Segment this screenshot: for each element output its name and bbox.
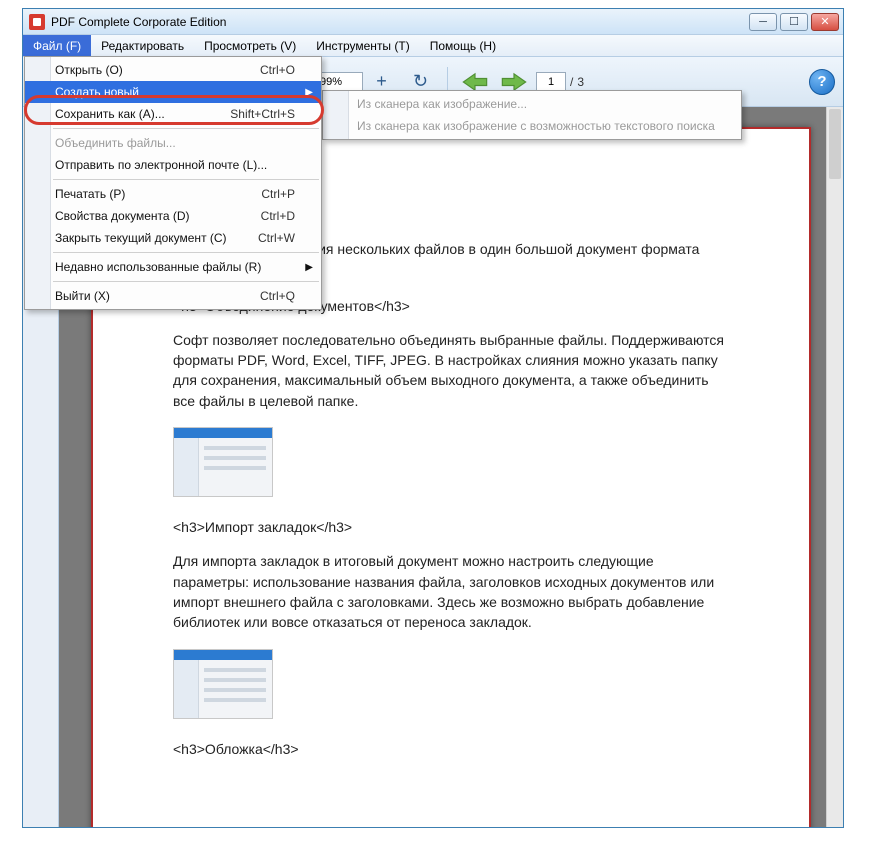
menu-close-doc-label: Закрыть текущий документ (C) [55,231,227,245]
menu-close-doc[interactable]: Закрыть текущий документ (C) Ctrl+W [25,227,321,249]
page-total: 3 [577,75,584,89]
menu-tools[interactable]: Инструменты (T) [306,35,419,56]
menu-close-doc-shortcut: Ctrl+W [258,231,295,245]
close-button[interactable]: ✕ [811,13,839,31]
screenshot-thumb [173,649,273,719]
menu-recent-label: Недавно использованные файлы (R) [55,260,261,274]
menu-send-email[interactable]: Отправить по электронной почте (L)... [25,154,321,176]
menu-save-as[interactable]: Сохранить как (A)... Shift+Ctrl+S [25,103,321,125]
help-icon[interactable]: ? [809,69,835,95]
screenshot-thumb [173,427,273,497]
menu-exit[interactable]: Выйти (X) Ctrl+Q [25,285,321,307]
menu-view[interactable]: Просмотреть (V) [194,35,306,56]
menu-save-as-shortcut: Shift+Ctrl+S [230,107,295,121]
menu-open-shortcut: Ctrl+O [260,63,295,77]
maximize-button[interactable]: ☐ [780,13,808,31]
page-input[interactable] [536,72,566,92]
menu-print[interactable]: Печатать (P) Ctrl+P [25,183,321,205]
menu-recent[interactable]: Недавно использованные файлы (R) ▶ [25,256,321,278]
page-sep: / [570,75,573,89]
vertical-scrollbar[interactable] [826,107,843,827]
menu-send-email-label: Отправить по электронной почте (L)... [55,158,267,172]
doc-heading: <h3>Импорт закладок</h3> [173,517,729,537]
menu-print-shortcut: Ctrl+P [261,187,295,201]
dropdown-sep [53,252,319,253]
menu-open[interactable]: Открыть (O) Ctrl+O [25,59,321,81]
menubar: Файл (F) Редактировать Просмотреть (V) И… [23,35,843,57]
submenu-scan-text-label: Из сканера как изображение с возможность… [357,119,715,133]
menu-open-label: Открыть (O) [55,63,123,77]
menu-file[interactable]: Файл (F) [23,35,91,56]
menu-print-label: Печатать (P) [55,187,125,201]
minimize-button[interactable]: ─ [749,13,777,31]
submenu-arrow-icon: ▶ [305,262,313,273]
submenu-arrow-icon: ▶ [305,87,313,98]
create-new-submenu: Из сканера как изображение... Из сканера… [322,90,742,140]
page-indicator: / 3 [536,72,584,92]
menu-create-new-label: Создать новый [55,85,139,99]
scrollbar-thumb[interactable] [829,109,841,179]
submenu-scan-text: Из сканера как изображение с возможность… [323,115,741,137]
window-title: PDF Complete Corporate Edition [51,15,749,29]
submenu-scan-image: Из сканера как изображение... [323,93,741,115]
dropdown-sep [53,281,319,282]
menu-exit-label: Выйти (X) [55,289,110,303]
app-icon [29,14,45,30]
doc-text: Для импорта закладок в итоговый документ… [173,551,729,632]
submenu-scan-image-label: Из сканера как изображение... [357,97,527,111]
menu-save-as-label: Сохранить как (A)... [55,107,165,121]
menu-exit-shortcut: Ctrl+Q [260,289,295,303]
menu-help[interactable]: Помощь (H) [420,35,506,56]
menu-combine-label: Объединить файлы... [55,136,176,150]
dropdown-sep [53,128,319,129]
dropdown-sep [53,179,319,180]
menu-combine: Объединить файлы... [25,132,321,154]
doc-heading: <h3>Обложка</h3> [173,739,729,759]
menu-doc-props[interactable]: Свойства документа (D) Ctrl+D [25,205,321,227]
zoom-input[interactable] [315,72,363,92]
menu-doc-props-label: Свойства документа (D) [55,209,190,223]
titlebar: PDF Complete Corporate Edition ─ ☐ ✕ [23,9,843,35]
menu-doc-props-shortcut: Ctrl+D [261,209,295,223]
doc-text: Софт позволяет последовательно объединят… [173,330,729,411]
menu-edit[interactable]: Редактировать [91,35,194,56]
menu-create-new[interactable]: Создать новый ▶ [25,81,321,103]
file-dropdown: Открыть (O) Ctrl+O Создать новый ▶ Сохра… [24,56,322,310]
